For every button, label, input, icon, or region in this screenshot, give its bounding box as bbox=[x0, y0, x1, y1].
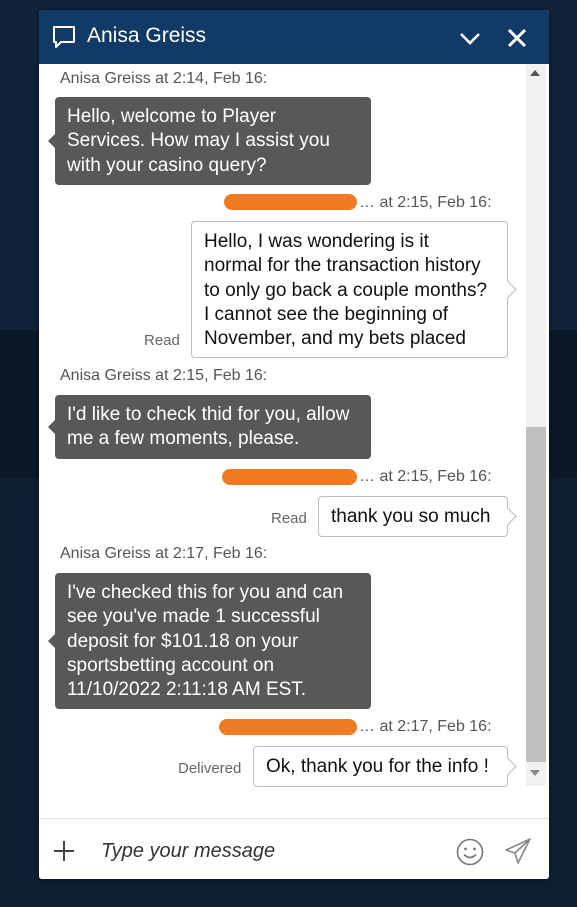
message-line: deposit for $101.18 on your bbox=[67, 630, 299, 652]
user-message-bubble: Ok, thank you for the info ! bbox=[253, 746, 508, 787]
message-line: thank you so much bbox=[331, 506, 491, 527]
message-line: November, and my bets placed bbox=[204, 328, 466, 350]
message-line: to only go back a couple months? bbox=[204, 279, 488, 301]
message-meta: Anisa Greiss at 2:14, Feb 16: bbox=[60, 70, 268, 87]
message-line: 11/10/2022 2:11:18 AM EST. bbox=[67, 679, 307, 701]
delivered-status: Delivered bbox=[178, 760, 242, 777]
message-line: I'd like to check thid for you, allow bbox=[67, 404, 350, 425]
message-meta: Anisa Greiss at 2:17, Feb 16: bbox=[60, 545, 268, 562]
agent-message-bubble: Hello, welcome to Player Services. How m… bbox=[48, 97, 371, 185]
user-message-bubble: Hello, I was wondering is it normal for … bbox=[191, 221, 508, 358]
message-line: see you've made 1 successful bbox=[67, 606, 320, 628]
paper-plane-icon[interactable] bbox=[503, 836, 533, 866]
read-status: Read bbox=[144, 332, 180, 349]
message-line: me a few moments, please. bbox=[67, 428, 300, 450]
chat-window: Anisa Greiss Anisa Greiss at 2:14, Feb 1… bbox=[39, 10, 549, 879]
message-line: I cannot see the beginning of bbox=[204, 303, 449, 325]
redacted-username bbox=[222, 469, 357, 485]
message-composer bbox=[39, 818, 549, 879]
plus-icon[interactable] bbox=[53, 840, 75, 862]
message-meta: … at 2:17, Feb 16: bbox=[359, 718, 492, 735]
scrollbar[interactable] bbox=[526, 64, 546, 786]
message-input[interactable] bbox=[99, 835, 433, 867]
scroll-down-arrow-icon[interactable] bbox=[530, 770, 540, 776]
message-meta: … at 2:15, Feb 16: bbox=[359, 468, 492, 485]
redacted-username bbox=[224, 194, 357, 210]
chat-title: Anisa Greiss bbox=[87, 24, 207, 47]
message-line: Hello, welcome to Player bbox=[67, 106, 277, 127]
read-status: Read bbox=[271, 510, 307, 527]
agent-message-bubble: I've checked this for you and can see yo… bbox=[48, 573, 371, 709]
scroll-up-arrow-icon[interactable] bbox=[530, 70, 540, 76]
user-message-bubble: thank you so much bbox=[318, 496, 508, 537]
close-icon[interactable] bbox=[505, 26, 529, 50]
message-line: Hello, I was wondering is it bbox=[204, 231, 429, 252]
chevron-down-icon[interactable] bbox=[458, 27, 482, 49]
message-list: Anisa Greiss at 2:14, Feb 16: Hello, wel… bbox=[39, 64, 549, 828]
chat-header: Anisa Greiss bbox=[39, 10, 549, 64]
message-meta: Anisa Greiss at 2:15, Feb 16: bbox=[60, 367, 268, 384]
message-line: I've checked this for you and can bbox=[67, 582, 344, 603]
smiley-icon[interactable] bbox=[455, 837, 485, 867]
message-line: with your casino query? bbox=[67, 154, 267, 176]
agent-message-bubble: I'd like to check thid for you, allow me… bbox=[48, 395, 371, 459]
message-line: Ok, thank you for the info ! bbox=[266, 756, 489, 777]
scrollbar-thumb[interactable] bbox=[526, 427, 546, 762]
message-line: Services. How may I assist you bbox=[67, 130, 330, 152]
message-line: sportsbetting account on bbox=[67, 654, 275, 676]
message-meta: … at 2:15, Feb 16: bbox=[359, 194, 492, 211]
redacted-username bbox=[219, 719, 357, 735]
message-line: normal for the transaction history bbox=[204, 255, 481, 277]
chat-bubble-icon bbox=[53, 26, 75, 48]
